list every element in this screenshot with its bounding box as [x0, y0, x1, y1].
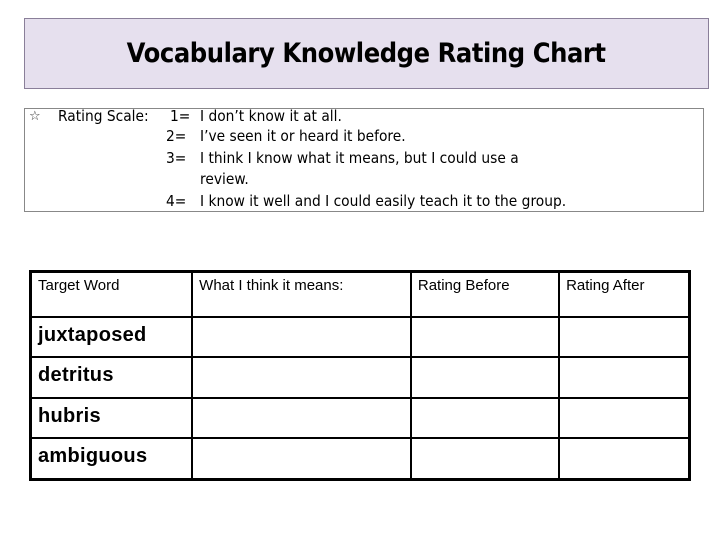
target-word: ambiguous [38, 445, 148, 468]
vocabulary-table: Target Word What I think it means: Ratin… [29, 270, 691, 481]
page-title: Vocabulary Knowledge Rating Chart [127, 38, 606, 69]
word-cell: hubris [29, 396, 194, 440]
header-meaning: What I think it means: [191, 270, 412, 318]
table-row: hubris [29, 396, 691, 440]
rating-scale-box: ☆ Rating Scale: 1= I don’t know it at al… [24, 107, 704, 212]
meaning-cell[interactable] [191, 396, 412, 440]
rating-after-cell[interactable] [558, 437, 691, 481]
word-cell: ambiguous [29, 437, 194, 481]
rating-level-3-num: 3= [166, 149, 187, 167]
star-outline-icon: ☆ [29, 109, 41, 124]
rating-before-cell[interactable] [409, 437, 561, 481]
table-row: detritus [29, 356, 691, 399]
table-row: juxtaposed [29, 315, 691, 359]
target-word: hubris [38, 404, 101, 427]
rating-level-1-num: 1= [170, 107, 191, 125]
rating-level-2-text: I’ve seen it or heard it before. [200, 127, 406, 145]
rating-before-cell[interactable] [409, 315, 561, 359]
title-banner: Vocabulary Knowledge Rating Chart [24, 18, 709, 89]
meaning-cell[interactable] [191, 437, 412, 481]
rating-after-cell[interactable] [558, 356, 691, 399]
header-rating-before: Rating Before [409, 270, 561, 318]
rating-before-cell[interactable] [409, 356, 561, 399]
table-header-row: Target Word What I think it means: Ratin… [29, 270, 691, 318]
target-word: juxtaposed [38, 323, 147, 346]
target-word: detritus [38, 364, 114, 387]
word-cell: juxtaposed [29, 315, 194, 359]
rating-before-cell[interactable] [409, 396, 561, 440]
table-row: ambiguous [29, 437, 691, 481]
rating-after-cell[interactable] [558, 396, 691, 440]
rating-level-4-num: 4= [166, 192, 187, 210]
meaning-cell[interactable] [191, 315, 412, 359]
rating-level-1-text: I don’t know it at all. [200, 107, 342, 125]
rating-after-cell[interactable] [558, 315, 691, 359]
header-rating-after: Rating After [558, 270, 691, 318]
rating-level-2-num: 2= [166, 127, 187, 145]
rating-level-3-text: I think I know what it means, but I coul… [200, 149, 519, 167]
meaning-cell[interactable] [191, 356, 412, 399]
header-target-word: Target Word [29, 270, 194, 318]
word-cell: detritus [29, 356, 194, 399]
rating-level-4-text: I know it well and I could easily teach … [200, 192, 567, 210]
rating-scale-label: Rating Scale: [58, 107, 149, 125]
rating-level-3-text-cont: review. [200, 170, 249, 188]
